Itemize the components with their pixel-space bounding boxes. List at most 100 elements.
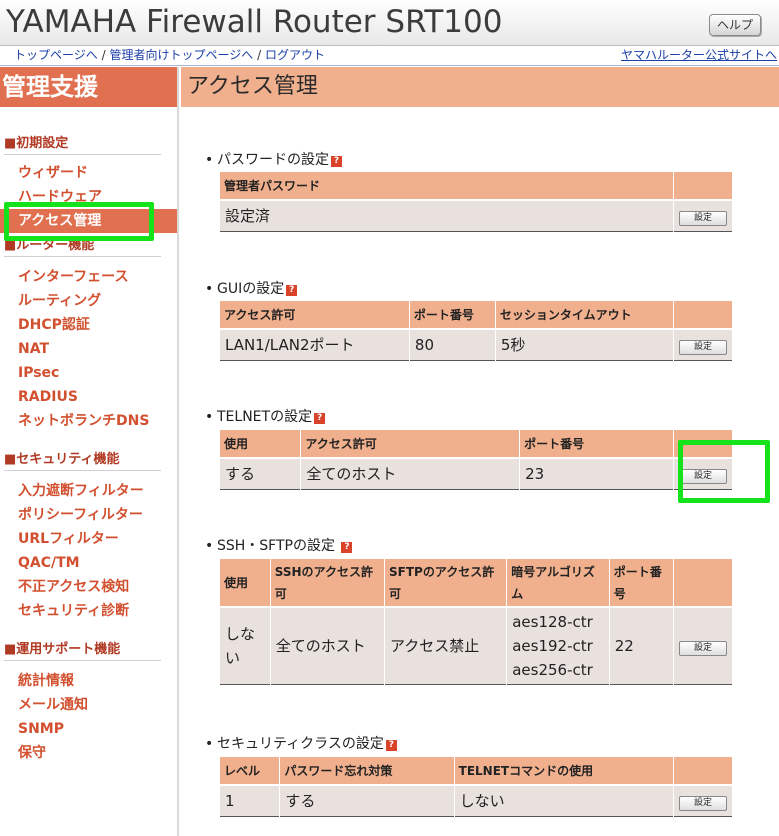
sidebar-item-url-filter[interactable]: URLフィルター (0, 527, 177, 551)
column-header: アクセス許可 (220, 301, 410, 329)
top-page-link[interactable]: トップページへ (14, 48, 98, 62)
ssh-port-value: 22 (608, 606, 674, 684)
yamaha-official-site-link[interactable]: ヤマハルーター公式サイトへ (621, 46, 777, 65)
cipher-algorithm: aes128-ctr (512, 612, 593, 631)
telnet-settings-heading: • TELNETの設定? (205, 408, 743, 426)
sidebar-section-initial-settings: ■初期設定 (4, 133, 161, 155)
sidebar-item-input-block-filter[interactable]: 入力遮断フィルター (0, 479, 177, 503)
ssh-sftp-settings-title: SSH・SFTPの設定 (217, 538, 335, 554)
admin-top-page-link[interactable]: 管理者向けトップページへ (109, 48, 253, 62)
sidebar-item-routing[interactable]: ルーティング (0, 289, 177, 313)
gui-settings-table: アクセス許可 ポート番号 セッションタイムアウト LAN1/LAN2ポート 80… (220, 301, 732, 361)
sidebar-item-nat[interactable]: NAT (0, 337, 177, 361)
help-icon[interactable]: ? (385, 740, 397, 751)
sidebar-item-wizard[interactable]: ウィザード (0, 161, 177, 185)
sidebar-item-radius[interactable]: RADIUS (0, 385, 177, 409)
table-row: しない 全てのホスト アクセス禁止 aes128-ctr aes192-ctr … (220, 606, 732, 684)
breadcrumb: トップページへ / 管理者向けトップページへ / ログアウト (14, 46, 325, 65)
table-header-row: 使用 SSHのアクセス許可 SFTPのアクセス許可 暗号アルゴリズム ポート番号 (220, 559, 732, 607)
sidebar-item-maintenance[interactable]: 保守 (0, 741, 177, 765)
password-set-button[interactable]: 設定 (679, 210, 727, 226)
sidebar-item-netvolante-dns[interactable]: ネットボランチDNS (0, 409, 177, 433)
bullet: • (205, 152, 214, 168)
telnet-command-use-value: しない (453, 784, 674, 816)
ssh-sftp-settings-heading: • SSH・SFTPの設定 ? (205, 537, 743, 555)
column-header (673, 757, 732, 785)
help-icon[interactable]: ? (331, 156, 342, 167)
cipher-algorithm: aes256-ctr (512, 660, 593, 679)
sidebar-item-qac-tm[interactable]: QAC/TM (0, 551, 177, 575)
link-bar: トップページへ / 管理者向けトップページへ / ログアウト ヤマハルーター公式… (0, 46, 779, 66)
sidebar-item-statistics[interactable]: 統計情報 (0, 669, 177, 693)
sidebar-section-operation-support: ■運用サポート機能 (4, 639, 161, 661)
help-button[interactable]: ヘルプ (709, 14, 761, 36)
column-header: 使用 (220, 430, 301, 458)
sidebar-item-security-diagnosis[interactable]: セキュリティ診断 (0, 599, 177, 623)
sidebar-item-interface[interactable]: インターフェース (0, 265, 177, 289)
ssh-sftp-settings-table: 使用 SSHのアクセス許可 SFTPのアクセス許可 暗号アルゴリズム ポート番号… (220, 559, 732, 685)
telnet-settings-panel: • TELNETの設定? 使用 アクセス許可 ポート番号 する 全てのホスト 23… (203, 408, 743, 490)
highlight-box-access-management (4, 202, 154, 241)
gui-settings-panel: • GUIの設定? アクセス許可 ポート番号 セッションタイムアウト LAN1/L… (203, 280, 743, 361)
column-header: SFTPのアクセス許可 (384, 559, 507, 607)
security-class-settings-title: セキュリティクラスの設定 (217, 736, 384, 752)
column-header: 使用 (220, 559, 271, 607)
sidebar-section-security-functions: ■セキュリティ機能 (4, 449, 161, 471)
ssh-sftp-settings-panel: • SSH・SFTPの設定 ? 使用 SSHのアクセス許可 SFTPのアクセス許可… (203, 537, 743, 685)
column-header: ポート番号 (608, 559, 674, 607)
column-header (673, 559, 732, 607)
sidebar-item-mail-notification[interactable]: メール通知 (0, 693, 177, 717)
sidebar-item-ipsec[interactable]: IPsec (0, 361, 177, 385)
column-header: TELNETコマンドの使用 (453, 757, 674, 785)
telnet-port-value: 23 (519, 457, 674, 489)
bullet: • (205, 736, 214, 752)
help-icon[interactable]: ? (341, 542, 353, 553)
link-separator: / (101, 48, 106, 62)
sidebar-title: 管理支援 (0, 67, 177, 107)
gui-port-value: 80 (408, 328, 496, 360)
sidebar-item-snmp[interactable]: SNMP (0, 717, 177, 741)
sidebar-item-dhcp-auth[interactable]: DHCP認証 (0, 313, 177, 337)
logout-link[interactable]: ログアウト (265, 48, 325, 62)
sidebar-item-intrusion-detection[interactable]: 不正アクセス検知 (0, 575, 177, 599)
table-row: 設定済 設定 (220, 199, 732, 231)
column-header: レベル (220, 757, 280, 785)
security-class-settings-heading: • セキュリティクラスの設定? (205, 735, 743, 753)
highlight-box-telnet-set-button (678, 440, 770, 503)
table-header-row: レベル パスワード忘れ対策 TELNETコマンドの使用 (220, 757, 732, 785)
telnet-settings-title: TELNETの設定 (217, 409, 313, 425)
column-header: セッションタイムアウト (494, 301, 674, 329)
sidebar-item-policy-filter[interactable]: ポリシーフィルター (0, 503, 177, 527)
security-level-value: 1 (220, 784, 280, 816)
column-header: 暗号アルゴリズム (506, 559, 610, 607)
cipher-algorithms-cell: aes128-ctr aes192-ctr aes256-ctr (506, 606, 610, 684)
telnet-use-value: する (220, 457, 301, 489)
table-header-row: 使用 アクセス許可 ポート番号 (220, 430, 732, 458)
help-icon[interactable]: ? (286, 285, 298, 296)
app-title: YAMAHA Firewall Router SRT100 (6, 4, 503, 40)
security-class-settings-table: レベル パスワード忘れ対策 TELNETコマンドの使用 1 する しない 設定 (220, 757, 732, 817)
column-header: SSHのアクセス許可 (269, 559, 385, 607)
cipher-algorithm: aes192-ctr (512, 636, 593, 655)
page-title: アクセス管理 (181, 67, 779, 107)
gui-set-button[interactable]: 設定 (679, 339, 727, 355)
bullet: • (205, 409, 214, 425)
security-class-set-button[interactable]: 設定 (679, 795, 727, 811)
telnet-settings-table: 使用 アクセス許可 ポート番号 する 全てのホスト 23 設定 (220, 430, 732, 490)
ssh-use-value: しない (220, 606, 271, 684)
admin-password-status: 設定済 (220, 199, 674, 231)
column-header: ポート番号 (408, 301, 496, 329)
column-header: 管理者パスワード (220, 172, 674, 200)
password-settings-heading: • パスワードの設定? (205, 151, 743, 169)
security-class-settings-panel: • セキュリティクラスの設定? レベル パスワード忘れ対策 TELNETコマンドの… (203, 735, 743, 817)
help-icon[interactable]: ? (314, 413, 326, 424)
table-header-row: 管理者パスワード (220, 172, 732, 200)
ssh-set-button[interactable]: 設定 (679, 640, 727, 656)
gui-settings-title: GUIの設定 (217, 281, 285, 297)
bullet: • (205, 281, 214, 297)
table-row: 1 する しない 設定 (220, 784, 732, 816)
password-settings-title: パスワードの設定 (217, 152, 329, 168)
app-header: YAMAHA Firewall Router SRT100 ヘルプ (0, 0, 779, 46)
table-header-row: アクセス許可 ポート番号 セッションタイムアウト (220, 301, 732, 329)
column-header (673, 172, 732, 200)
